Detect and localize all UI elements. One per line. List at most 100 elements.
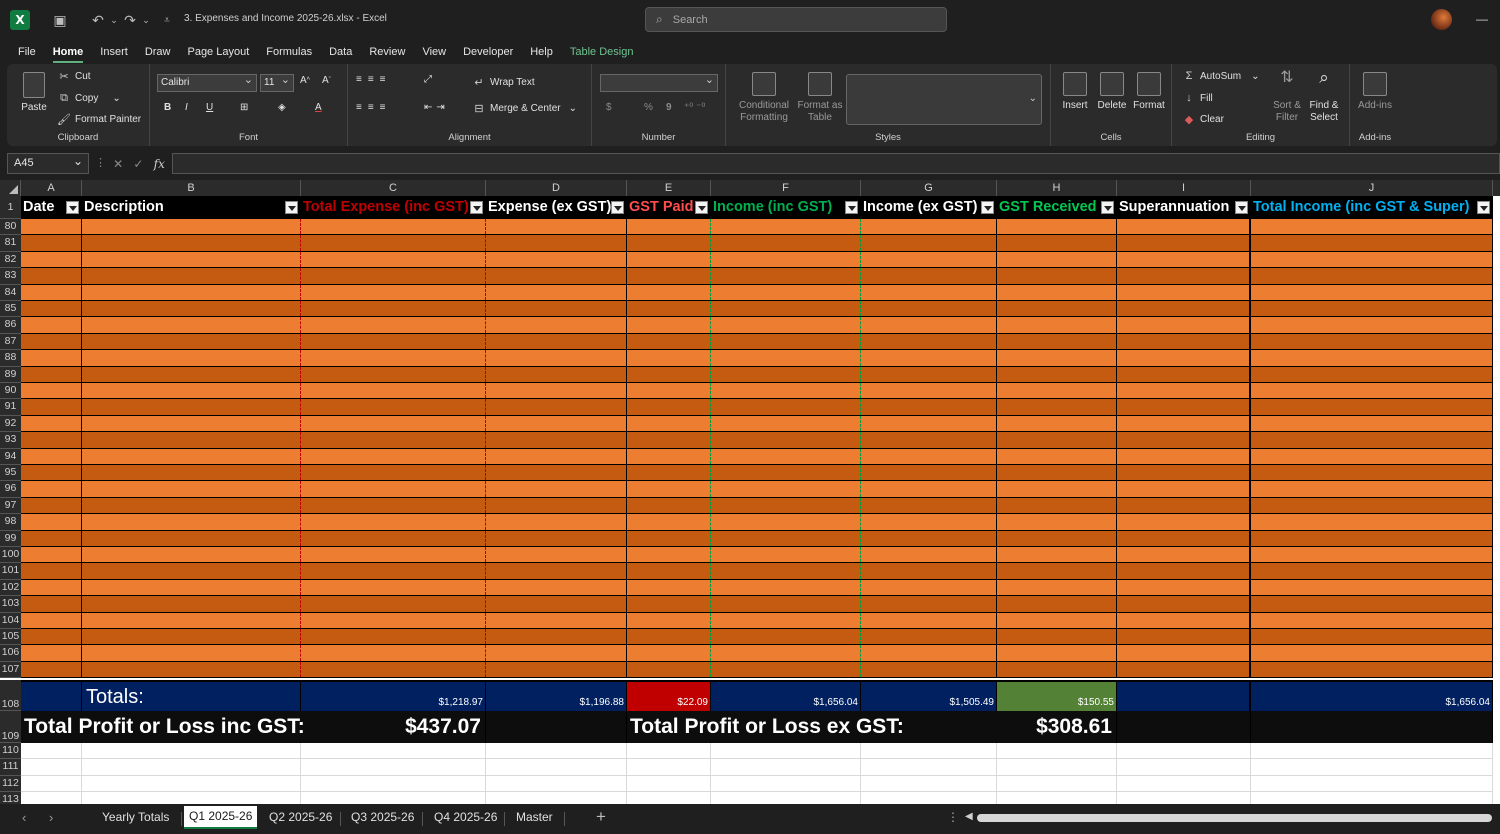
empty-row[interactable] bbox=[21, 743, 1493, 760]
table-cell[interactable] bbox=[861, 448, 997, 464]
empty-cell[interactable] bbox=[21, 791, 82, 804]
table-cell[interactable] bbox=[1251, 579, 1493, 596]
table-cell[interactable] bbox=[1117, 219, 1251, 235]
column-header-i[interactable]: I bbox=[1117, 180, 1251, 196]
table-row[interactable] bbox=[21, 612, 1493, 629]
empty-cell[interactable] bbox=[21, 743, 82, 759]
table-cell[interactable] bbox=[861, 612, 997, 628]
table-cell[interactable] bbox=[301, 301, 486, 317]
table-cell[interactable] bbox=[711, 448, 861, 464]
table-cell[interactable] bbox=[21, 530, 82, 546]
table-cell[interactable] bbox=[627, 661, 711, 678]
table-cell[interactable] bbox=[711, 661, 861, 678]
font-name-select[interactable]: Calibri bbox=[157, 72, 257, 92]
table-cell[interactable] bbox=[627, 366, 711, 382]
table-cell[interactable] bbox=[711, 301, 861, 317]
table-cell[interactable] bbox=[1117, 481, 1251, 497]
table-cell[interactable] bbox=[486, 497, 627, 514]
table-cell[interactable] bbox=[997, 530, 1117, 546]
table-cell[interactable] bbox=[486, 350, 627, 366]
table-cell[interactable] bbox=[627, 333, 711, 350]
table-cell[interactable] bbox=[1251, 629, 1493, 645]
scroll-left-icon[interactable]: ◀ bbox=[965, 811, 973, 822]
table-cell[interactable] bbox=[1251, 481, 1493, 497]
scrollbar-thumb[interactable] bbox=[977, 814, 1492, 822]
formula-bar-splitter-icon[interactable]: ⋮ bbox=[95, 156, 106, 169]
empty-cell[interactable] bbox=[1117, 791, 1251, 804]
empty-cell[interactable] bbox=[1251, 791, 1493, 804]
empty-cell[interactable] bbox=[711, 743, 861, 759]
tab-file[interactable]: File bbox=[18, 42, 36, 62]
table-cell[interactable] bbox=[1117, 596, 1251, 612]
tab-view[interactable]: View bbox=[422, 42, 446, 62]
empty-cell[interactable] bbox=[301, 743, 486, 759]
table-cell[interactable] bbox=[997, 268, 1117, 284]
table-cell[interactable] bbox=[486, 448, 627, 464]
gallery-expand-icon[interactable]: ⌄ bbox=[1029, 93, 1037, 104]
column-header-f[interactable]: F bbox=[711, 180, 861, 196]
table-row[interactable] bbox=[21, 235, 1493, 252]
table-row[interactable] bbox=[21, 579, 1493, 597]
row-header[interactable]: 80 bbox=[0, 219, 21, 236]
table-cell[interactable] bbox=[82, 219, 301, 235]
table-cell[interactable] bbox=[627, 301, 711, 317]
table-cell[interactable] bbox=[486, 530, 627, 546]
table-cell[interactable] bbox=[486, 268, 627, 284]
format-as-table-button[interactable]: Format as Table bbox=[796, 72, 844, 124]
add-sheet-icon[interactable]: + bbox=[596, 807, 606, 827]
sheet-tab-q3[interactable]: Q3 2025-26 bbox=[351, 810, 414, 824]
row-header[interactable]: 111 bbox=[0, 759, 21, 776]
empty-cell[interactable] bbox=[627, 791, 711, 804]
table-row[interactable] bbox=[21, 497, 1493, 515]
table-cell[interactable] bbox=[997, 383, 1117, 399]
table-cell[interactable] bbox=[486, 612, 627, 628]
header-cell-c[interactable]: Total Expense (inc GST) bbox=[301, 196, 486, 219]
table-cell[interactable] bbox=[861, 661, 997, 678]
table-cell[interactable] bbox=[711, 645, 861, 661]
customize-toolbar-icon[interactable]: ⩡ bbox=[157, 10, 177, 30]
table-cell[interactable] bbox=[627, 350, 711, 366]
table-cell[interactable] bbox=[1251, 547, 1493, 563]
table-cell[interactable] bbox=[711, 350, 861, 366]
table-cell[interactable] bbox=[21, 579, 82, 596]
conditional-formatting-button[interactable]: Conditional Formatting bbox=[734, 72, 794, 124]
redo-dropdown-icon[interactable]: ⌄ bbox=[136, 10, 156, 30]
row-header[interactable]: 83 bbox=[0, 268, 21, 285]
table-cell[interactable] bbox=[627, 219, 711, 235]
column-header-d[interactable]: D bbox=[486, 180, 627, 196]
table-cell[interactable] bbox=[997, 366, 1117, 382]
table-cell[interactable] bbox=[997, 317, 1117, 333]
row-header[interactable]: 110 bbox=[0, 743, 21, 760]
table-cell[interactable] bbox=[861, 563, 997, 579]
table-cell[interactable] bbox=[21, 333, 82, 350]
totals-value-g[interactable]: $1,505.49 bbox=[861, 682, 997, 711]
filter-dropdown-icon[interactable] bbox=[611, 201, 624, 214]
table-cell[interactable] bbox=[486, 547, 627, 563]
table-cell[interactable] bbox=[1251, 596, 1493, 612]
table-cell[interactable] bbox=[1117, 399, 1251, 415]
totals-value-c[interactable]: $1,218.97 bbox=[301, 682, 486, 711]
table-cell[interactable] bbox=[1117, 563, 1251, 579]
filter-dropdown-icon[interactable] bbox=[1477, 201, 1490, 214]
table-cell[interactable] bbox=[486, 514, 627, 530]
row-header[interactable]: 89 bbox=[0, 366, 21, 383]
table-cell[interactable] bbox=[711, 366, 861, 382]
insert-cells-button[interactable]: Insert bbox=[1057, 72, 1093, 112]
table-cell[interactable] bbox=[1251, 465, 1493, 481]
percent-button[interactable]: % bbox=[644, 102, 653, 113]
table-cell[interactable] bbox=[997, 481, 1117, 497]
table-cell[interactable] bbox=[82, 514, 301, 530]
table-cell[interactable] bbox=[861, 317, 997, 333]
table-cell[interactable] bbox=[1117, 350, 1251, 366]
table-cell[interactable] bbox=[1251, 415, 1493, 432]
table-cell[interactable] bbox=[301, 465, 486, 481]
table-cell[interactable] bbox=[1251, 432, 1493, 448]
table-cell[interactable] bbox=[997, 432, 1117, 448]
table-cell[interactable] bbox=[1117, 579, 1251, 596]
table-cell[interactable] bbox=[1251, 251, 1493, 268]
table-cell[interactable] bbox=[1251, 514, 1493, 530]
table-cell[interactable] bbox=[1117, 268, 1251, 284]
table-cell[interactable] bbox=[82, 415, 301, 432]
sheet-tab-q1[interactable]: Q1 2025-26 bbox=[184, 806, 258, 829]
empty-cell[interactable] bbox=[861, 743, 997, 759]
